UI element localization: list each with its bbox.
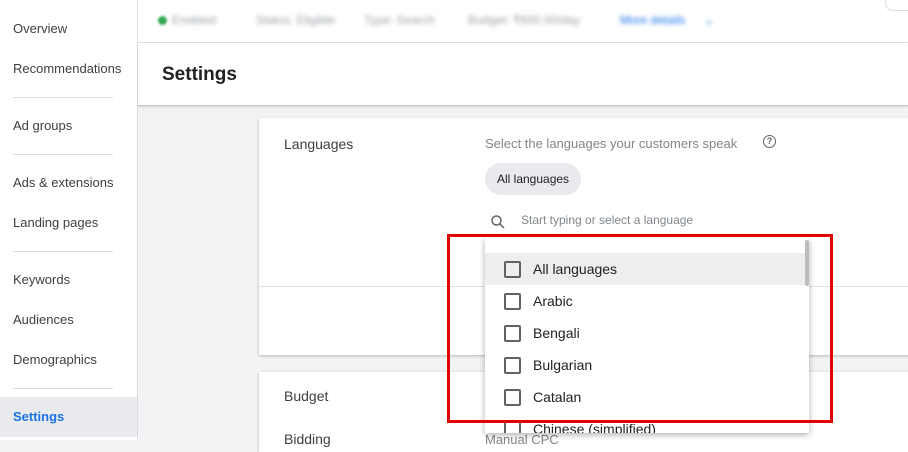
languages-title: Languages bbox=[284, 136, 354, 152]
status-enabled: Enabled bbox=[172, 13, 217, 27]
search-icon bbox=[491, 215, 505, 229]
corner-tab bbox=[885, 0, 908, 11]
campaign-status-bar: Enabled Status: Eligible Type: Search Bu… bbox=[138, 0, 908, 43]
highlight-box bbox=[447, 234, 833, 423]
nav-item-settings[interactable]: Settings bbox=[0, 397, 137, 437]
page-header: Settings bbox=[138, 43, 908, 106]
nav-divider bbox=[13, 388, 113, 389]
budget-title: Budget bbox=[284, 388, 329, 404]
chevron-down-icon[interactable]: ⌄ bbox=[704, 13, 714, 27]
nav-item-ad-groups[interactable]: Ad groups bbox=[13, 118, 72, 133]
bidding-title: Bidding bbox=[284, 431, 331, 447]
nav-item-audiences[interactable]: Audiences bbox=[13, 312, 74, 327]
campaign-type: Type: Search bbox=[364, 13, 435, 27]
campaign-budget: Budget: ₹600.00/day bbox=[468, 13, 580, 27]
nav-item-settings-label: Settings bbox=[13, 409, 65, 424]
status-dot-icon bbox=[158, 16, 167, 25]
selected-language-chip[interactable]: All languages bbox=[485, 163, 582, 195]
nav-item-demographics[interactable]: Demographics bbox=[13, 352, 97, 367]
languages-description: Select the languages your customers spea… bbox=[485, 136, 738, 151]
nav-divider bbox=[13, 154, 113, 155]
nav-item-overview[interactable]: Overview bbox=[13, 21, 67, 36]
nav-item-landing-pages[interactable]: Landing pages bbox=[13, 215, 98, 230]
nav-divider bbox=[13, 97, 113, 98]
more-details-link[interactable]: More details bbox=[620, 13, 685, 27]
nav-divider bbox=[13, 251, 113, 252]
status-eligible: Status: Eligible bbox=[256, 13, 336, 27]
nav-item-ads-extensions[interactable]: Ads & extensions bbox=[13, 175, 113, 190]
nav-item-keywords[interactable]: Keywords bbox=[13, 272, 70, 287]
help-icon[interactable]: ? bbox=[763, 135, 776, 148]
nav-item-recommendations[interactable]: Recommendations bbox=[13, 61, 121, 76]
page-title: Settings bbox=[162, 64, 237, 85]
left-nav: Overview Recommendations Ad groups Ads &… bbox=[0, 0, 138, 440]
language-search-input[interactable] bbox=[521, 213, 821, 227]
